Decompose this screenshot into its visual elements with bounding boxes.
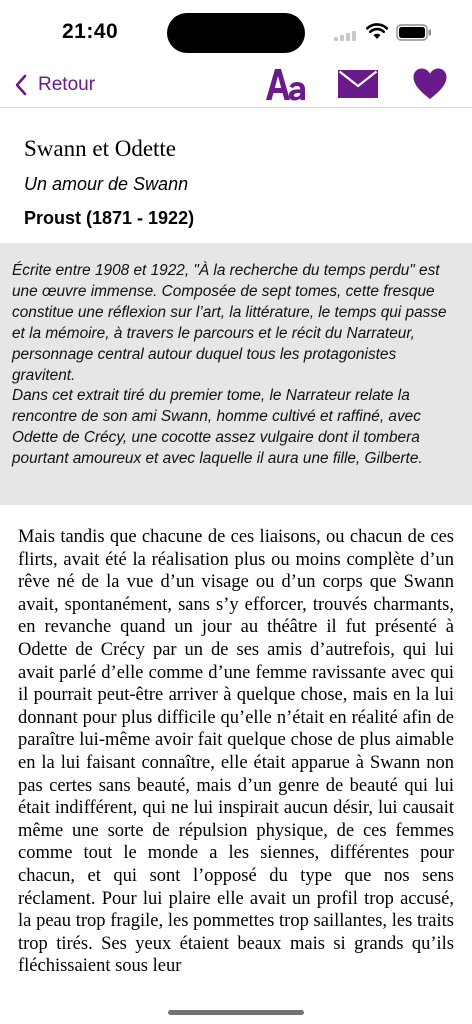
excerpt-text[interactable]: Mais tandis que chacune de ces liaisons,… [18, 526, 454, 978]
back-button[interactable]: Retour [14, 70, 95, 100]
introduction-panel: Écrite entre 1908 et 1922, "À la recherc… [0, 243, 472, 505]
book-author: Proust (1871 - 1922) [24, 208, 195, 228]
status-bar: 21:40 [0, 0, 472, 64]
battery-icon [396, 24, 431, 41]
book-subtitle: Un amour de Swann [24, 174, 189, 194]
back-label: Retour [38, 74, 96, 95]
book-title: Swann et Odette [24, 136, 177, 161]
notch [167, 13, 305, 53]
introduction-text: Écrite entre 1908 et 1922, "À la recherc… [12, 262, 447, 468]
chevron-left-icon [15, 74, 27, 96]
font-size-icon[interactable] [264, 66, 308, 102]
mail-icon[interactable] [337, 68, 379, 100]
home-indicator[interactable] [168, 1010, 304, 1015]
heart-icon[interactable] [412, 67, 448, 101]
status-time: 21:40 [62, 20, 119, 43]
wifi-icon [366, 23, 388, 39]
navigation-bar: Retour [0, 64, 472, 108]
cellular-signal-icon [334, 31, 358, 41]
